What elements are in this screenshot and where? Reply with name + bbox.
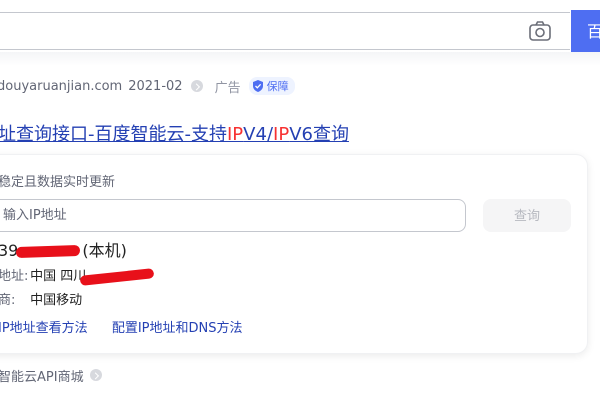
source-name[interactable]: 智能云API商城 bbox=[0, 366, 84, 385]
search-bar-shadow bbox=[0, 52, 600, 66]
ad-label: 广告 bbox=[214, 80, 241, 96]
search-input[interactable] bbox=[0, 12, 570, 50]
help-links: IP地址查看方法 配置IP地址和DNS方法 bbox=[0, 320, 263, 338]
result-meta: douyaruanjian.com 2021-02 广告 保障 bbox=[0, 77, 295, 96]
result-site: douyaruanjian.com bbox=[0, 78, 123, 94]
ip-address-input[interactable]: 输入IP地址 bbox=[0, 199, 466, 232]
camera-icon[interactable] bbox=[528, 20, 552, 42]
info-circle-icon[interactable] bbox=[190, 80, 203, 92]
search-button[interactable]: 百度一下 bbox=[571, 10, 600, 52]
result-source: 智能云API商城 bbox=[0, 366, 102, 385]
location-row: 地址: 中国 四川 bbox=[0, 267, 155, 286]
ip-lookup-method-link[interactable]: IP地址查看方法 bbox=[0, 321, 88, 336]
shield-icon bbox=[252, 80, 263, 92]
isp-row: 商: 中国移动 bbox=[0, 293, 83, 308]
guarantee-badge[interactable]: 保障 bbox=[248, 77, 295, 95]
current-ip: 39 (本机) bbox=[0, 241, 127, 260]
card-description: 稳定且数据实时更新 bbox=[0, 175, 116, 190]
guarantee-badge-label: 保障 bbox=[266, 80, 289, 93]
result-date: 2021-02 bbox=[128, 78, 183, 94]
ip-dns-config-link[interactable]: 配置IP地址和DNS方法 bbox=[112, 321, 243, 336]
redaction-mark bbox=[79, 267, 155, 286]
result-title-link[interactable]: 址查询接口-百度智能云-支持IPV4/IPV6查询 bbox=[0, 120, 349, 146]
info-circle-icon[interactable] bbox=[89, 369, 102, 381]
query-button[interactable]: 查询 bbox=[483, 199, 571, 232]
redaction-mark bbox=[16, 244, 81, 259]
